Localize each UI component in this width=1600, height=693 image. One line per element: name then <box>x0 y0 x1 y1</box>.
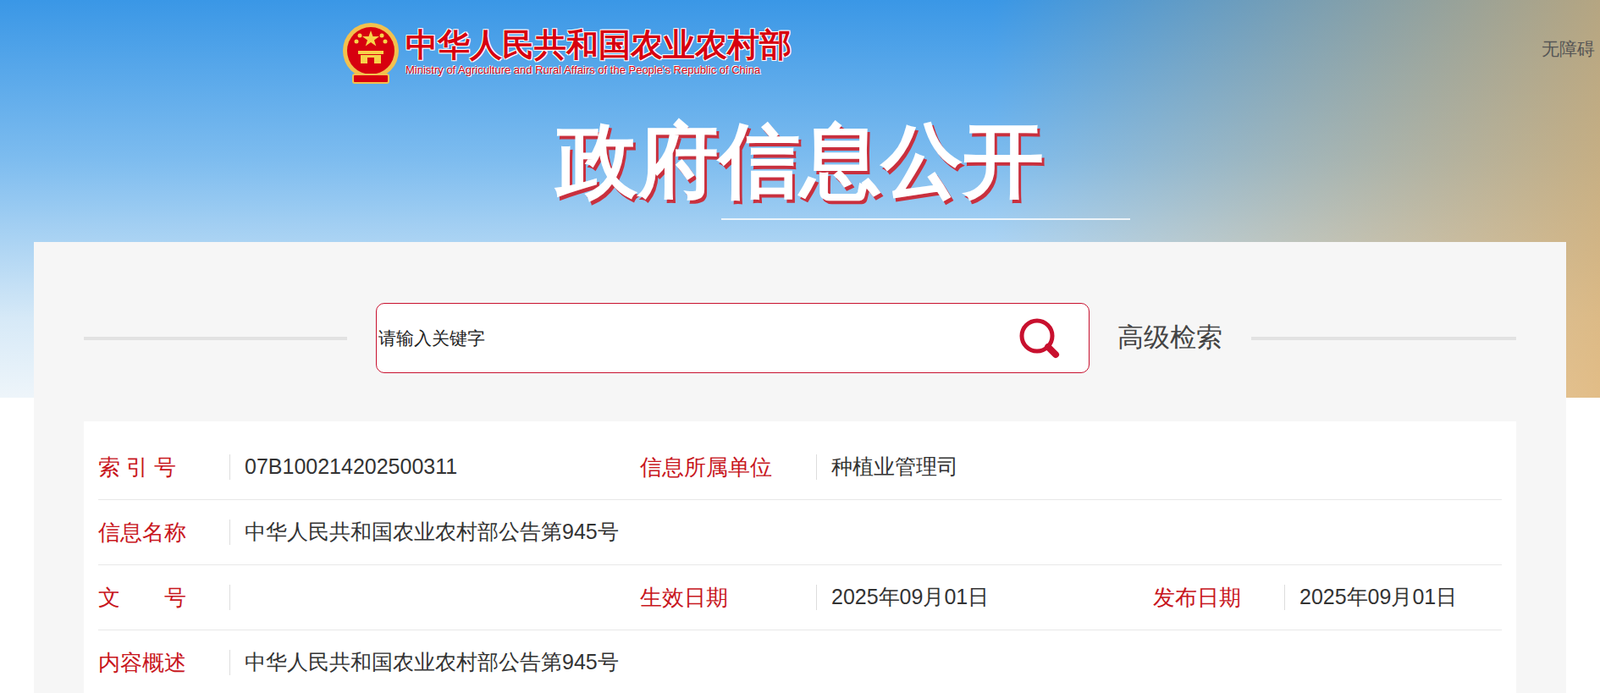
info-field: 生效日期2025年09月01日 <box>640 581 1154 615</box>
search-box[interactable] <box>375 303 1090 374</box>
divider-line <box>83 336 348 341</box>
field-label: 索 引 号 <box>98 451 230 485</box>
info-field: 信息所属单位种植业管理司 <box>640 451 1502 485</box>
accessibility-link[interactable]: 无障碍 <box>1541 35 1595 63</box>
banner-title: 政府信息公开 <box>556 120 1044 202</box>
field-label: 信息所属单位 <box>640 451 817 485</box>
advanced-search-link[interactable]: 高级检索 <box>1117 318 1223 359</box>
national-emblem-icon <box>339 18 403 87</box>
info-row: 信息名称中华人民共和国农业农村部公告第945号 <box>98 500 1502 566</box>
search-icon[interactable] <box>1015 314 1064 363</box>
info-field: 文 号 <box>98 581 640 615</box>
field-separator <box>229 454 231 480</box>
info-field: 内容概述中华人民共和国农业农村部公告第945号 <box>98 646 1502 680</box>
field-value: 种植业管理司 <box>816 451 959 484</box>
field-separator <box>1284 584 1286 611</box>
field-separator <box>816 454 817 480</box>
field-separator <box>229 584 231 611</box>
ministry-subtitle: Ministry of Agriculture and Rural Affair… <box>405 63 792 78</box>
field-label: 生效日期 <box>640 581 817 615</box>
field-separator <box>816 584 817 611</box>
field-separator <box>229 519 231 546</box>
content-panel: 高级检索索 引 号07B100214202500311信息所属单位种植业管理司信… <box>33 242 1567 693</box>
info-row: 内容概述中华人民共和国农业农村部公告第945号 <box>98 630 1502 693</box>
field-value: 中华人民共和国农业农村部公告第945号 <box>230 646 619 679</box>
field-label: 发布日期 <box>1153 581 1285 615</box>
search-input[interactable] <box>376 325 1016 353</box>
info-table: 索 引 号07B100214202500311信息所属单位种植业管理司信息名称中… <box>83 421 1517 693</box>
field-label: 内容概述 <box>98 646 230 680</box>
field-value: 2025年09月01日 <box>1285 581 1457 614</box>
divider-line <box>1251 336 1517 341</box>
page: 中华人民共和国农业农村部Ministry of Agriculture and … <box>0 0 1600 693</box>
info-field: 信息名称中华人民共和国农业农村部公告第945号 <box>98 516 1502 550</box>
ministry-title: 中华人民共和国农业农村部 <box>405 27 792 64</box>
field-value: 07B100214202500311 <box>230 451 458 484</box>
info-field: 索 引 号07B100214202500311 <box>98 451 640 485</box>
search-row: 高级检索 <box>83 303 1517 374</box>
info-row: 索 引 号07B100214202500311信息所属单位种植业管理司 <box>98 435 1502 501</box>
field-value: 2025年09月01日 <box>816 581 989 614</box>
banner-underline <box>721 218 1131 221</box>
info-row: 文 号生效日期2025年09月01日发布日期2025年09月01日 <box>98 565 1502 631</box>
field-value: 中华人民共和国农业农村部公告第945号 <box>230 516 619 549</box>
ministry-logo[interactable]: 中华人民共和国农业农村部Ministry of Agriculture and … <box>339 18 792 87</box>
field-label: 文 号 <box>98 581 230 615</box>
field-separator <box>229 650 231 676</box>
info-field: 发布日期2025年09月01日 <box>1153 581 1502 615</box>
header: 中华人民共和国农业农村部Ministry of Agriculture and … <box>0 0 1600 243</box>
field-label: 信息名称 <box>98 516 230 550</box>
